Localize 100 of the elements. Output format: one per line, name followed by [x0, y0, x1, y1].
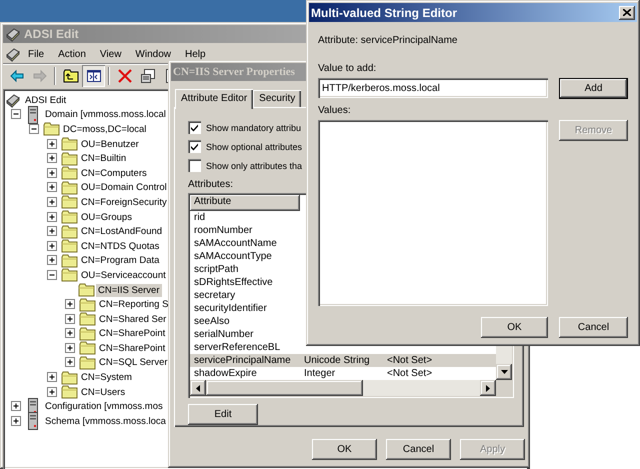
add-button[interactable]: Add [559, 78, 628, 99]
expand-button[interactable] [47, 372, 58, 384]
window-title: ADSI Edit [24, 27, 79, 41]
tree-item[interactable]: CN=Program Data [79, 254, 162, 268]
tree-item[interactable]: CN=Builtin [79, 152, 128, 166]
attribute-label: Attribute: servicePrincipalName [318, 34, 458, 48]
checkbox-label: Show only attributes tha [206, 160, 302, 170]
cancel-button[interactable]: Cancel [386, 439, 451, 460]
expand-button[interactable] [11, 401, 22, 412]
tree-item[interactable]: CN=Reporting S [97, 298, 170, 312]
tree-item[interactable]: CN=Computers [79, 166, 149, 180]
tree-item[interactable]: CN=SharePoint [97, 327, 168, 340]
window-title: Multi-valued String Editor [311, 6, 457, 20]
expand-button[interactable] [47, 153, 58, 164]
scroll-down-button[interactable] [496, 364, 512, 380]
tree-item[interactable]: ADSI Edit [23, 94, 68, 107]
expand-button[interactable] [11, 109, 22, 120]
expand-button[interactable] [47, 138, 58, 150]
expand-button[interactable] [65, 328, 76, 340]
table-cell-text: rid [193, 212, 206, 223]
expand-button[interactable] [65, 299, 76, 310]
tree-item[interactable]: DC=moss,DC=local [61, 122, 148, 136]
scroll-left-button[interactable] [190, 380, 206, 396]
table-cell-text: sAMAccountType [193, 251, 273, 262]
table-cell-text: securityIdentifier [193, 303, 268, 314]
expand-button[interactable] [47, 196, 58, 208]
tree-item[interactable]: CN=SharePoint [97, 342, 168, 355]
tree-item[interactable]: CN=IIS Server [96, 284, 162, 297]
folder-icon [42, 122, 60, 136]
expand-button[interactable] [65, 357, 76, 368]
folder-icon [60, 152, 78, 166]
expand-button[interactable] [29, 124, 40, 135]
expand-button[interactable] [11, 416, 22, 427]
tree-item[interactable]: CN=Users [79, 386, 128, 399]
scroll-thumb[interactable] [206, 380, 363, 396]
folder-icon [78, 341, 96, 356]
expand-button[interactable] [47, 270, 58, 281]
menu-item[interactable]: Window [128, 48, 178, 60]
expand-button[interactable] [65, 342, 76, 354]
pane-toggle-button[interactable] [82, 64, 105, 86]
tree-item[interactable]: OU=Domain Control [79, 181, 169, 194]
checkbox-label: Show mandatory attribu [206, 122, 302, 132]
ok-button[interactable]: OK [312, 439, 377, 460]
checkbox[interactable] [188, 159, 201, 172]
ok-button[interactable]: OK [481, 317, 548, 338]
tree-item[interactable]: OU=Serviceaccount [79, 268, 168, 282]
tree-item[interactable]: CN=System [79, 371, 134, 384]
list-row[interactable]: servicePrincipalName Unicode String <Not Set> [190, 354, 496, 367]
menu-item[interactable]: Action [51, 48, 93, 60]
expand-button[interactable] [65, 314, 76, 325]
folder-icon [78, 356, 96, 370]
expand-button[interactable] [47, 212, 58, 223]
table-cell-text: scriptPath [193, 264, 240, 275]
folder-icon [78, 283, 94, 298]
tree-item[interactable]: CN=Shared Ser [97, 312, 168, 326]
table-cell-text: <Not Set> [386, 368, 434, 379]
close-button[interactable] [619, 6, 635, 20]
expand-button[interactable] [47, 240, 58, 252]
expand-button[interactable] [47, 182, 58, 194]
folder-arrow-icon [62, 68, 78, 84]
forward-arrow-icon [32, 68, 48, 84]
tree-item[interactable]: Configuration [vmmoss.mos [43, 400, 165, 414]
tab[interactable]: Attribute Editor [175, 89, 254, 109]
value-input-field[interactable]: HTTP/kerberos.moss.local [318, 78, 548, 98]
expand-button[interactable] [47, 255, 58, 266]
table-cell-text: sDRightsEffective [193, 277, 274, 288]
expand-button[interactable] [47, 386, 58, 398]
tree-item[interactable]: Schema [vmmoss.moss.loca [43, 414, 168, 428]
folder-icon [78, 312, 96, 326]
tree-item[interactable]: CN=ForeignSecurity [79, 196, 169, 209]
table-cell-text: serverReferenceBL [193, 342, 282, 353]
folder-icon [60, 268, 78, 282]
edit-button[interactable]: Edit [188, 404, 258, 425]
tab[interactable]: Security [253, 90, 302, 107]
tree-item[interactable]: CN=LostAndFound [79, 225, 164, 238]
table-cell-text: roomNumber [193, 225, 254, 236]
close-icon [623, 9, 631, 16]
folder-icon [78, 298, 96, 312]
table-cell-text: shadowExpire [193, 368, 258, 379]
menu-item[interactable]: Help [178, 48, 213, 60]
app-icon [5, 92, 21, 108]
list-row[interactable]: shadowExpire Integer <Not Set> [190, 367, 496, 380]
tree-item[interactable]: OU=Groups [79, 210, 134, 224]
server-icon [27, 106, 39, 124]
right-arrow-icon [486, 384, 490, 392]
column-header[interactable]: Attribute [190, 195, 300, 211]
folder-icon [60, 239, 78, 254]
menu-item[interactable]: File [21, 48, 52, 60]
tree-item[interactable]: Domain [vmmoss.moss.local [43, 108, 168, 122]
menu-item[interactable]: View [92, 48, 128, 60]
cancel-button[interactable]: Cancel [559, 317, 628, 338]
tree-item[interactable]: CN=NTDS Quotas [79, 240, 162, 253]
scroll-right-button[interactable] [480, 380, 496, 396]
checkbox[interactable] [188, 140, 201, 153]
checkbox[interactable] [188, 121, 201, 134]
expand-button[interactable] [47, 226, 58, 238]
tree-item[interactable]: CN=SQL Server [97, 356, 170, 370]
tree-item[interactable]: OU=Benutzer [79, 138, 141, 151]
expand-button[interactable] [47, 168, 58, 179]
folder-icon [60, 137, 78, 152]
